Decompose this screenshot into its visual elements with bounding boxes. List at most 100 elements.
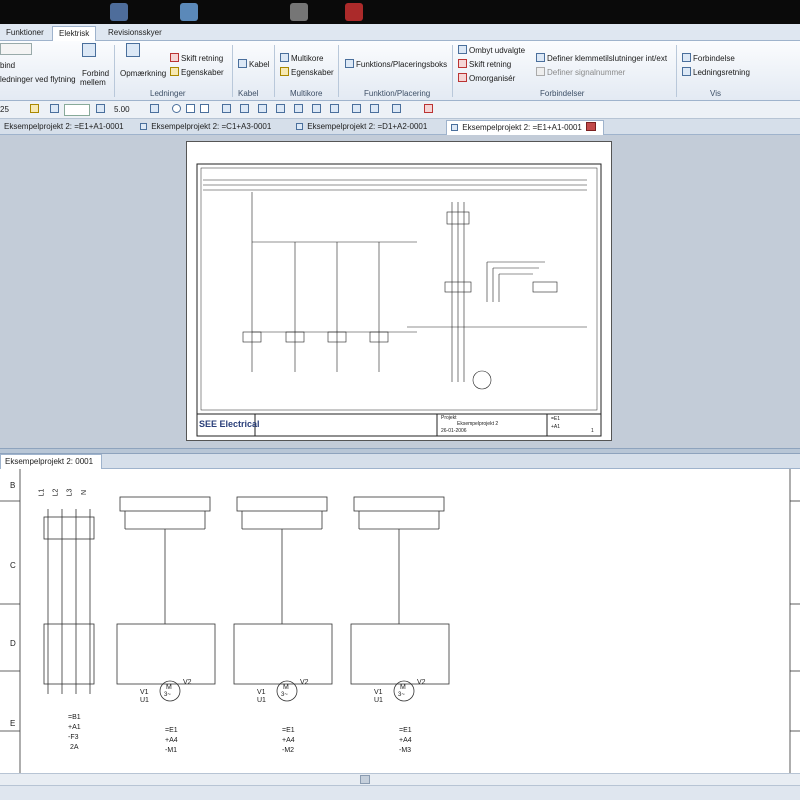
title-block-project-name: Eksempelprojekt 2 [457,421,499,427]
group-label-view: Vis [710,89,721,98]
color-swatch[interactable] [64,104,90,116]
define-terminal-button[interactable]: Definer klemmetilslutninger int/ext [536,53,667,64]
wire-direction-button[interactable]: Ledningsretning [682,67,750,78]
switch-direction-icon [458,59,467,68]
app-icon[interactable] [180,3,198,21]
title-block-brand: SEE Electrical [199,419,260,429]
lower-doc-tab[interactable]: Eksempelprojekt 2: 0001 [0,454,102,479]
schematic-view-lower[interactable]: B C D E L1 L2 L3 N M 3~ M 3~ M 3~ V1 U1 … [0,469,800,773]
title-block-date: 26-01-2006 [441,428,467,434]
size-field[interactable]: 25 [0,105,9,115]
align-icon[interactable] [258,104,269,115]
terminal-u1-label: U1 [140,697,149,704]
motor-phase-label: 3~ [164,692,171,698]
bind-button[interactable]: bind [0,61,15,71]
layers-icon[interactable] [150,104,161,115]
connection-button[interactable]: Forbindelse [682,53,735,64]
app-icon[interactable] [110,3,128,21]
box-icon [345,59,354,68]
marking-icon[interactable] [126,43,142,59]
motor-symbol: M [166,684,172,691]
doc-tab-active[interactable]: Eksempelprojekt 2: =E1+A1-0001 [446,120,604,135]
title-block-page: 1 [591,428,594,434]
doc-tab-label: Eksempelprojekt 2: =C1+A3-0001 [151,122,272,131]
fill-color-icon[interactable] [30,104,41,115]
align-icon[interactable] [330,104,341,115]
line-width-field[interactable]: 5.00 [114,105,130,115]
terminal-v2-label: V2 [300,679,309,686]
marking-button[interactable]: Opmærkning [120,69,166,79]
group-label-cable: Kabel [238,89,259,98]
align-icon[interactable] [240,104,251,115]
switch-direction-2-label: Skift retning [469,60,512,69]
properties-button[interactable]: Egenskaber [170,67,224,78]
switch-direction-2-button[interactable]: Skift retning [458,59,511,70]
app-icon[interactable] [290,3,308,21]
switch-direction-label: Skift retning [181,54,224,63]
motor-symbol: M [400,684,406,691]
group-separator [452,45,453,97]
doc-tab[interactable]: Eksempelprojekt 2: =C1+A3-0001 [136,120,286,135]
line-style-icon[interactable] [96,104,107,115]
connect-between-icon[interactable] [82,43,98,59]
align-icon[interactable] [392,104,403,115]
function-placement-box-button[interactable]: Funktions/Placeringsboks [345,59,447,70]
doc-tab-label: Eksempelprojekt 2: =D1+A2-0001 [307,122,428,131]
align-icon[interactable] [370,104,381,115]
multicore-icon [280,53,289,62]
doc-tab[interactable]: Eksempelprojekt 2: =E1+A1-0001 [0,120,128,135]
multicore-properties-button[interactable]: Egenskaber [280,67,334,78]
title-block-place: +A1 [551,424,561,430]
multicore-button[interactable]: Multikore [280,53,323,64]
align-icon[interactable] [294,104,305,115]
tab-revision-clouds[interactable]: Revisionsskyer [102,26,168,41]
scroll-thumb[interactable] [360,775,370,784]
define-signal-button[interactable]: Definer signalnummer [536,67,625,78]
tab-functions[interactable]: Funktioner [0,26,50,41]
row-letter: C [10,561,16,570]
app-icon[interactable] [345,3,363,21]
group-label-function-placement: Funktion/Placering [364,89,431,98]
align-icon[interactable] [352,104,363,115]
cable-label: Kabel [249,60,270,69]
align-icon[interactable] [276,104,287,115]
rectangle-icon[interactable] [186,104,197,115]
wire-direction-icon [682,67,691,76]
line-icon[interactable] [200,104,211,115]
swap-selected-button[interactable]: Ombyt udvalgte [458,45,525,56]
connection-label: Forbindelse [693,54,735,63]
doc-tab[interactable]: Eksempelprojekt 2: =D1+A2-0001 [292,120,440,135]
reorganize-button[interactable]: Omorganisér [458,73,515,84]
signal-icon [536,67,545,76]
row-letter: E [10,719,16,728]
drawing-sheet[interactable]: SEE Electrical Projekt Eksempelprojekt 2… [186,141,612,441]
close-tab-icon[interactable] [585,122,596,131]
group-separator [676,45,677,97]
supply-ref-a: +A1 [68,724,81,731]
align-icon[interactable] [312,104,323,115]
style-dropdown[interactable] [0,43,32,55]
connect-between-button-line2[interactable]: mellem [80,78,106,88]
motor-phase-label: 3~ [398,692,405,698]
motor-symbol: M [283,684,289,691]
ribbon-tab-row: Funktioner Elektrisk Revisionsskyer [0,24,800,41]
motor-ref-a: +A4 [282,737,295,744]
terminal-icon [536,53,545,62]
group-label-connections: Forbindelser [540,89,585,98]
horizontal-scrollbar[interactable] [0,773,800,785]
motor-phase-label: 3~ [281,692,288,698]
switch-direction-button[interactable]: Skift retning [170,53,223,64]
wire-direction-label: Ledningsretning [693,68,750,77]
cable-button[interactable]: Kabel [238,59,269,70]
circle-icon[interactable] [172,104,183,115]
ribbon: bind ledninger ved flytning Forbind mell… [0,41,800,101]
align-icon[interactable] [222,104,233,115]
schematic-view-upper[interactable]: SEE Electrical Projekt Eksempelprojekt 2… [0,135,800,448]
close-icon[interactable] [424,104,435,115]
diagram-icon [451,124,458,131]
move-wires-button[interactable]: ledninger ved flytning [0,75,76,85]
tab-electrical[interactable]: Elektrisk [52,26,97,41]
group-separator [274,45,275,97]
pen-icon[interactable] [50,104,61,115]
motor-ref-e: =E1 [399,727,412,734]
